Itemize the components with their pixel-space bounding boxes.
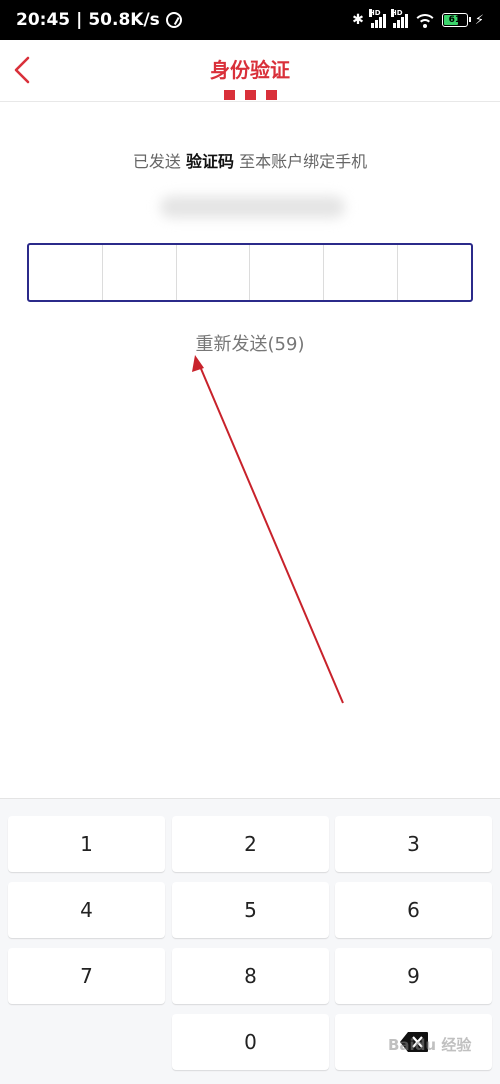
data-saver-icon — [165, 12, 182, 28]
code-digit-cell[interactable] — [250, 245, 325, 300]
network-speed: 50.8K/s — [88, 10, 160, 30]
step-dot — [223, 90, 235, 100]
arrow-shaft — [198, 363, 344, 704]
key-8[interactable]: 8 — [172, 948, 329, 1004]
charging-icon: ⚡ — [474, 12, 484, 28]
wifi-icon — [414, 12, 435, 28]
key-blank — [8, 1014, 165, 1070]
verification-code-input[interactable] — [27, 243, 473, 302]
status-bar: 20:45 | 50.8K/s ✱ HD HD 61 ⚡ — [0, 0, 500, 40]
step-dot — [244, 90, 256, 100]
status-time: 20:45 — [16, 10, 71, 30]
key-5[interactable]: 5 — [172, 882, 329, 938]
code-digit-cell[interactable] — [177, 245, 251, 300]
battery-level: 61 — [448, 15, 462, 25]
page-title: 身份验证 — [210, 58, 290, 82]
key-0[interactable]: 0 — [172, 1014, 329, 1070]
hint-prefix: 已发送 — [132, 152, 181, 171]
key-2[interactable]: 2 — [172, 816, 329, 872]
sent-hint: 已发送 验证码 至本账户绑定手机 — [0, 148, 500, 172]
key-1[interactable]: 1 — [8, 816, 165, 872]
code-digit-cell[interactable] — [29, 245, 103, 300]
signal-icon-sim2: HD — [390, 9, 408, 28]
header: 身份验证 — [0, 40, 500, 102]
code-digit-cell[interactable] — [324, 245, 399, 300]
key-3[interactable]: 3 — [335, 816, 492, 872]
key-9[interactable]: 9 — [335, 948, 492, 1004]
hd-label: HD — [368, 9, 381, 17]
verification-screen: 20:45 | 50.8K/s ✱ HD HD 61 ⚡ 身份验证 已发送 验证… — [0, 0, 500, 1084]
status-right: ✱ HD HD 61 ⚡ — [352, 9, 484, 28]
delete-key[interactable] — [335, 1014, 492, 1070]
resend-countdown-button[interactable]: 重新发送(59) — [0, 330, 500, 356]
signal-icon-sim1: HD — [368, 9, 386, 28]
key-6[interactable]: 6 — [335, 882, 492, 938]
numeric-keypad: 1 2 3 4 5 6 7 8 9 0 — [0, 798, 500, 1084]
bluetooth-icon: ✱ — [352, 12, 364, 28]
battery-icon: 61 — [441, 13, 471, 27]
masked-phone-number — [160, 196, 345, 218]
step-dot — [265, 90, 277, 100]
hint-suffix: 至本账户绑定手机 — [239, 152, 368, 171]
status-separator: | — [76, 10, 83, 30]
step-indicator — [0, 90, 500, 100]
status-left: 20:45 | 50.8K/s — [16, 10, 182, 30]
arrow-head — [192, 355, 204, 372]
code-digit-cell[interactable] — [398, 245, 471, 300]
hd-label: HD — [390, 9, 403, 17]
backspace-icon — [399, 1031, 429, 1053]
key-7[interactable]: 7 — [8, 948, 165, 1004]
key-4[interactable]: 4 — [8, 882, 165, 938]
code-digit-cell[interactable] — [103, 245, 177, 300]
hint-bold: 验证码 — [185, 152, 234, 171]
